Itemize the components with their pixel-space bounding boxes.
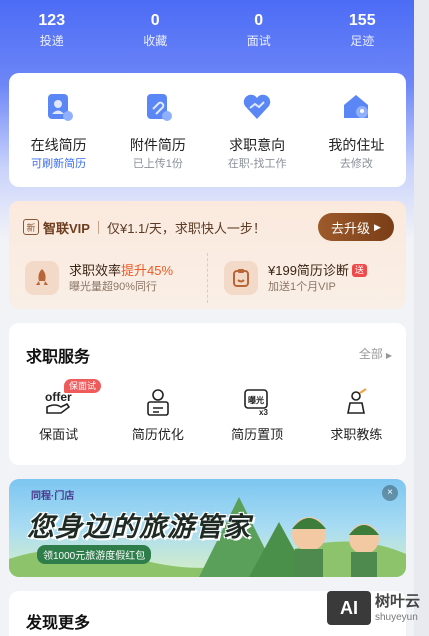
services-row: 保面试 offer 保面试 简历优化 曝光 x3 简历置顶 求职教练 [9, 379, 406, 444]
close-icon[interactable]: × [382, 485, 398, 501]
services-title: 求职服务 [26, 349, 91, 366]
services-more-link[interactable]: 全部 ▶ [359, 345, 392, 362]
stat-label: 收藏 [143, 34, 168, 48]
svg-text:曝光: 曝光 [248, 395, 264, 405]
job-intention-button[interactable]: 求职意向 在职-找工作 [208, 91, 307, 187]
vip-card: 新 智联VIP 仅¥1.1/天，求职快人一步！ 去升级 ▶ 求职效率提升45% … [9, 201, 406, 309]
resume-card: 在线简历 可刷新简历 附件简历 已上传1份 求职意向 在职-找工作 我的住址 去… [9, 73, 406, 187]
house-icon [344, 95, 369, 118]
vip-header: 新 智联VIP 仅¥1.1/天，求职快人一步！ 去升级 ▶ [23, 213, 394, 241]
vip-upgrade-button[interactable]: 去升级 ▶ [318, 213, 394, 241]
vip-upgrade-label: 去升级 [331, 220, 371, 236]
resume-item-title: 我的住址 [328, 137, 385, 153]
resume-optimize-icon [147, 389, 169, 416]
attachment-resume-button[interactable]: 附件简历 已上传1份 [108, 91, 207, 187]
resume-item-subtitle: 可刷新简历 [31, 158, 87, 170]
watermark-subtitle: shuyeyun [375, 611, 418, 623]
vip-new-badge: 新 [23, 219, 39, 235]
stat-favorites[interactable]: 0 收藏 [104, 10, 208, 60]
vip-efficiency-item[interactable]: 求职效率提升45% 曝光量超90%同行 [9, 253, 207, 303]
watermark-title: 树叶云 [375, 592, 421, 610]
service-job-coach[interactable]: 求职教练 [307, 387, 406, 444]
vip-efficiency-title: 求职效率提升45% [69, 262, 174, 278]
travel-ad-banner[interactable]: 同程·门店 您身边的旅游管家 领1000元旅游度假红包 × [9, 479, 406, 577]
watermark: AI 树叶云 shuyeyun [327, 588, 427, 628]
resume-item-title: 求职意向 [229, 137, 286, 153]
stat-interviews[interactable]: 0 面试 [207, 10, 311, 60]
banner-title: 您身边的旅游管家 [27, 512, 251, 542]
service-guaranteed-interview[interactable]: 保面试 offer 保面试 [9, 379, 108, 444]
discover-title: 发现更多 [26, 615, 91, 632]
gift-tag: 送 [351, 263, 367, 277]
online-resume-button[interactable]: 在线简历 可刷新简历 [9, 91, 108, 187]
resume-item-title: 在线简历 [30, 137, 87, 153]
watermark-logo: AI [327, 591, 371, 625]
service-label: 求职教练 [330, 427, 383, 442]
stat-applied[interactable]: 123 投递 [0, 10, 104, 60]
stat-value: 0 [150, 12, 160, 29]
more-label: 全部 [358, 347, 383, 361]
exposure-x3-icon: 曝光 x3 [244, 389, 269, 417]
svg-text:x3: x3 [259, 408, 268, 417]
clipboard-icon [224, 261, 258, 295]
services-card: 求职服务 全部 ▶ 保面试 offer 保面试 简历优化 曝光 x3 简历置顶 … [9, 323, 406, 465]
stat-history[interactable]: 155 足迹 [311, 10, 415, 60]
rocket-icon [25, 261, 59, 295]
vip-efficiency-subtitle: 曝光量超90%同行 [69, 280, 158, 293]
stats-bar: 123 投递 0 收藏 0 面试 155 足迹 [0, 10, 414, 60]
resume-item-subtitle: 已上传1份 [132, 158, 183, 170]
vip-brand: 智联VIP [43, 220, 90, 236]
service-resume-optimize[interactable]: 简历优化 [108, 387, 207, 444]
coach-icon [347, 388, 367, 414]
service-badge: 保面试 [64, 379, 102, 393]
triangle-right-icon: ▶ [374, 221, 381, 232]
stat-label: 投递 [39, 34, 64, 48]
service-resume-top[interactable]: 曝光 x3 简历置顶 [208, 387, 307, 444]
vip-diagnosis-title: ¥199简历诊断送 [268, 262, 367, 280]
heart-icon [243, 94, 271, 119]
right-edge-strip [414, 0, 429, 636]
stat-value: 123 [38, 12, 66, 29]
resume-item-subtitle: 在职-找工作 [227, 158, 287, 170]
attachment-resume-icon [146, 94, 172, 121]
banner-brand-tag: 同程·门店 [31, 491, 75, 502]
vip-description: 仅¥1.1/天，求职快人一步！ [106, 220, 266, 236]
stat-label: 面试 [246, 34, 271, 48]
vip-diagnosis-item[interactable]: ¥199简历诊断送 加送1个月VIP [207, 253, 406, 303]
resume-item-title: 附件简历 [129, 137, 186, 153]
banner-coupon-pill: 领1000元旅游度假红包 [37, 545, 152, 564]
service-label: 保面试 [39, 427, 79, 442]
triangle-right-icon: ▶ [385, 351, 392, 360]
resume-item-subtitle: 去修改 [339, 158, 373, 170]
online-resume-icon [47, 94, 73, 121]
vip-diagnosis-subtitle: 加送1个月VIP [268, 280, 336, 293]
stat-label: 足迹 [350, 34, 375, 48]
vip-benefits: 求职效率提升45% 曝光量超90%同行 ¥199简历诊断送 加送1个月VIP [9, 253, 406, 303]
service-label: 简历置顶 [231, 427, 284, 442]
stat-value: 0 [254, 12, 264, 29]
divider [97, 220, 99, 234]
address-button[interactable]: 我的住址 去修改 [307, 91, 406, 187]
service-label: 简历优化 [131, 427, 184, 442]
stat-value: 155 [348, 12, 376, 29]
